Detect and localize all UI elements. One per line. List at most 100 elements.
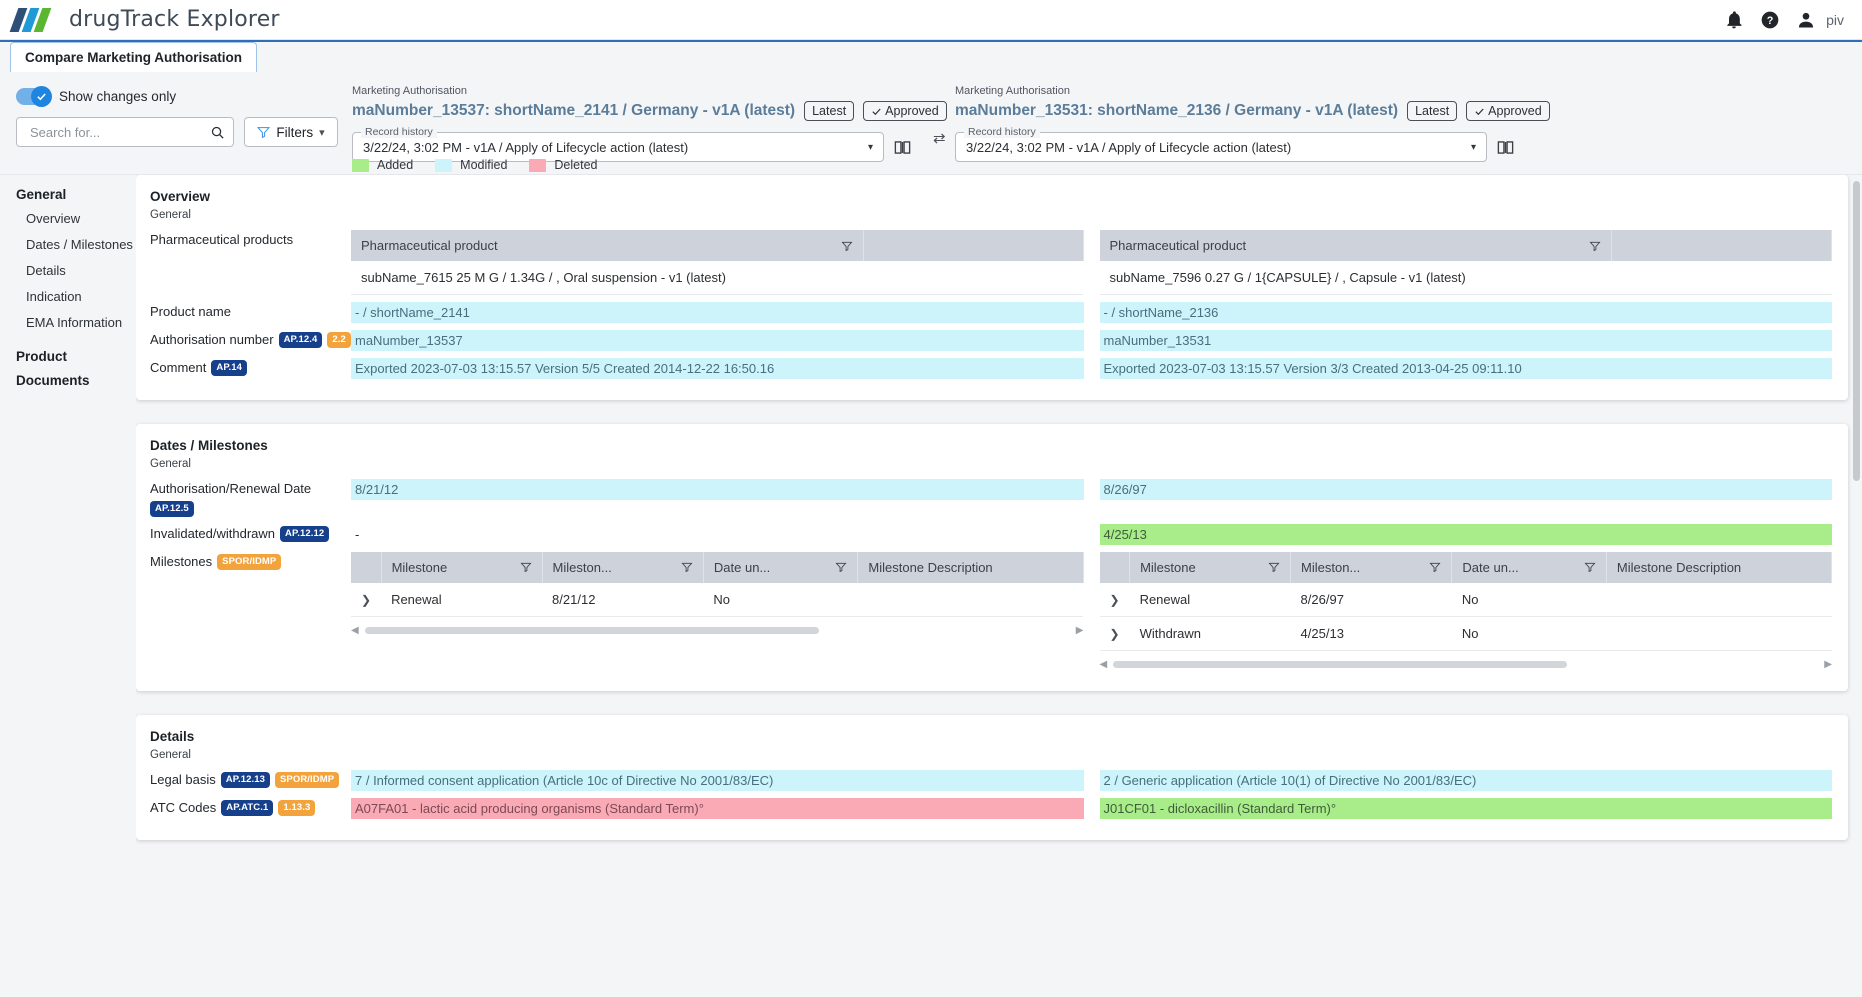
- ma-left-approved-label: Approved: [885, 104, 939, 118]
- expand-row-button[interactable]: ❯: [1099, 582, 1130, 617]
- row-label: Authorisation/Renewal Date AP.12.5: [150, 479, 351, 517]
- show-changes-only-toggle[interactable]: Show changes only: [16, 86, 176, 107]
- swap-icon[interactable]: ⇄: [933, 129, 946, 147]
- badge-spor-idmp: SPOR/IDMP: [217, 553, 282, 570]
- check-icon: [37, 93, 46, 101]
- ma-left-latest-pill[interactable]: Latest: [804, 101, 855, 121]
- sidebar-group-documents[interactable]: Documents: [16, 373, 136, 388]
- product-name-cell: subName_7615 25 M G / 1.34G / , Oral sus…: [351, 261, 1083, 295]
- ma-right-latest-pill[interactable]: Latest: [1407, 101, 1458, 121]
- svg-text:?: ?: [1767, 15, 1774, 27]
- table-header-row: Pharmaceutical product: [1099, 230, 1832, 261]
- funnel-icon[interactable]: [841, 241, 853, 251]
- tab-compare-marketing-authorisation[interactable]: Compare Marketing Authorisation: [10, 42, 258, 73]
- table-header-cell[interactable]: Milestone Description: [1606, 551, 1833, 583]
- toggle-switch[interactable]: [16, 86, 52, 107]
- table-header-cell[interactable]: Milestone Description: [857, 551, 1084, 583]
- table-header-cell[interactable]: Mileston...: [1290, 551, 1453, 583]
- scroll-left-arrow[interactable]: ◀: [351, 625, 359, 636]
- ma-right-record-history-select[interactable]: Record history 3/22/24, 3:02 PM - v1A / …: [955, 126, 1487, 162]
- scroll-right-arrow[interactable]: ▶: [1076, 625, 1084, 636]
- badge-ap-12-4: AP.12.4: [278, 332, 323, 348]
- legend-item-deleted: Deleted: [529, 158, 598, 172]
- bell-icon[interactable]: [1724, 10, 1744, 30]
- book-icon[interactable]: [893, 138, 912, 157]
- funnel-icon[interactable]: [1589, 241, 1601, 251]
- user-icon[interactable]: [1796, 10, 1816, 30]
- row-invalidated-withdrawn: Invalidated/withdrawn AP.12.12-4/25/13: [150, 523, 1832, 545]
- sidebar-group-general[interactable]: General: [16, 187, 136, 202]
- cell-milestone-description: [857, 582, 1083, 617]
- table-header-cell[interactable]: Mileston...: [542, 551, 704, 583]
- book-icon[interactable]: [1496, 138, 1515, 157]
- funnel-icon[interactable]: [835, 562, 847, 573]
- table-row[interactable]: ❯ Withdrawn 4/25/13 No: [1099, 616, 1832, 651]
- column-label: Mileston...: [1301, 559, 1361, 575]
- ma-left-kicker: Marketing Authorisation: [352, 85, 467, 97]
- cell-milestone-date: 8/26/97: [1290, 582, 1452, 617]
- funnel-icon[interactable]: [1429, 562, 1441, 573]
- sidebar-item-dates-milestones[interactable]: Dates / Milestones: [26, 237, 136, 252]
- expand-row-button[interactable]: ❯: [1099, 616, 1130, 651]
- help-icon[interactable]: ?: [1760, 10, 1780, 30]
- ma-right-title-row: maNumber_13531: shortName_2136 / Germany…: [955, 101, 1550, 121]
- scrollbar-thumb[interactable]: [1853, 181, 1860, 481]
- row-pharmaceutical-products: Pharmaceutical products Pharmaceutical p…: [150, 230, 1832, 295]
- chevron-right-icon[interactable]: ❯: [361, 593, 371, 607]
- table-row[interactable]: ❯ Renewal 8/26/97 No: [1099, 582, 1832, 617]
- sidebar-group-product[interactable]: Product: [16, 349, 136, 364]
- table-row[interactable]: ❯ Renewal 8/21/12 No: [351, 582, 1083, 617]
- table-header-cell[interactable]: Date un...: [703, 551, 859, 583]
- table-header-cell[interactable]: Pharmaceutical product: [1099, 230, 1613, 261]
- cell-date-unknown: No: [703, 582, 858, 617]
- funnel-icon[interactable]: [681, 562, 693, 573]
- top-bar-actions: ? piv: [1724, 10, 1844, 30]
- funnel-icon[interactable]: [1268, 562, 1280, 573]
- product-name-cell: subName_7596 0.27 G / 1{CAPSULE} / , Cap…: [1099, 261, 1832, 295]
- chevron-right-icon[interactable]: ❯: [1110, 627, 1120, 641]
- funnel-icon[interactable]: [1584, 562, 1596, 573]
- value-cell-right: Exported 2023-07-03 13:15.57 Version 3/3…: [1099, 358, 1832, 379]
- funnel-icon[interactable]: [520, 562, 532, 573]
- sidebar-item-ema-information[interactable]: EMA Information: [26, 315, 136, 330]
- horizontal-scrollbar[interactable]: ◀ ▶: [1100, 659, 1833, 670]
- user-name[interactable]: piv: [1826, 12, 1844, 28]
- row-label: ATC Codes AP.ATC.1 1.13.3: [150, 798, 351, 816]
- table-header-cell[interactable]: Milestone: [1129, 551, 1292, 583]
- horizontal-scrollbar[interactable]: ◀ ▶: [351, 625, 1084, 636]
- filters-button[interactable]: Filters ▾: [244, 117, 338, 147]
- ma-right-approved-pill[interactable]: Approved: [1466, 101, 1550, 121]
- sidebar-item-indication[interactable]: Indication: [26, 289, 136, 304]
- table-header-cell[interactable]: Milestone: [381, 551, 543, 583]
- scroll-left-arrow[interactable]: ◀: [1100, 659, 1108, 670]
- sidebar-item-details[interactable]: Details: [26, 263, 136, 278]
- value-cell-left: - / shortName_2141: [351, 302, 1084, 323]
- toggle-knob: [31, 86, 52, 107]
- sidebar-item-overview[interactable]: Overview: [26, 211, 136, 226]
- table-header-cell[interactable]: Pharmaceutical product: [351, 230, 864, 261]
- chevron-down-icon[interactable]: ▾: [1471, 142, 1476, 153]
- badge-2-2: 2.2: [327, 332, 351, 348]
- ma-left-approved-pill[interactable]: Approved: [863, 101, 947, 121]
- badge-ap-12-12: AP.12.12: [280, 525, 330, 542]
- overview-rows: Product name - / shortName_2141 - / shortN…: [150, 302, 1832, 379]
- column-label: Date un...: [1462, 559, 1519, 575]
- column-label: Date un...: [713, 559, 771, 575]
- table-header-cell[interactable]: Date un...: [1451, 551, 1607, 583]
- ma-right-approved-label: Approved: [1488, 104, 1542, 118]
- search-input[interactable]: [28, 123, 210, 141]
- value-text: A07FA01 - lactic acid producing organism…: [351, 797, 1084, 819]
- expand-row-button[interactable]: ❯: [351, 582, 382, 617]
- dates-rows: Authorisation/Renewal Date AP.12.5 8/21/12…: [150, 479, 1832, 545]
- scroll-right-arrow[interactable]: ▶: [1824, 659, 1832, 670]
- scrollbar-thumb[interactable]: [1113, 660, 1568, 668]
- table-header-cell: [1099, 551, 1131, 583]
- product-table-left: Pharmaceutical product subName_7615 25 M…: [351, 230, 1084, 295]
- scrollbar-thumb[interactable]: [364, 626, 819, 634]
- chevron-right-icon[interactable]: ❯: [1110, 593, 1120, 607]
- search-box[interactable]: [16, 117, 234, 147]
- search-icon[interactable]: [210, 125, 225, 140]
- chevron-down-icon[interactable]: ▾: [868, 142, 873, 153]
- vertical-scrollbar[interactable]: [1853, 181, 1860, 741]
- top-bar: drugTrack Explorer ? piv: [0, 0, 1862, 40]
